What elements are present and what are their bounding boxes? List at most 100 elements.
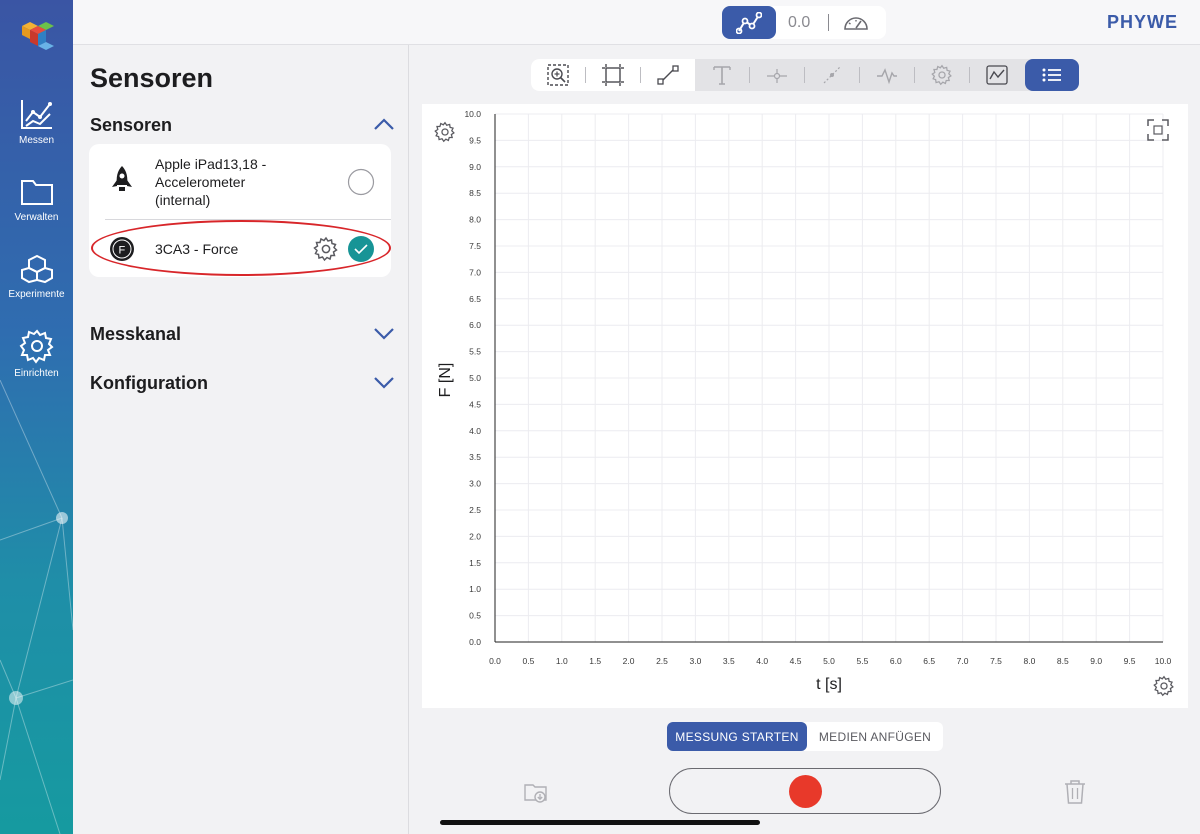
annotation-highlight-ellipse — [91, 220, 391, 276]
nav-label: Experimente — [8, 289, 65, 300]
x-tick-label: 6.5 — [923, 656, 935, 666]
text-tool-icon — [713, 66, 731, 85]
x-tick-label: 9.5 — [1124, 656, 1136, 666]
y-tick-label: 8.0 — [469, 215, 481, 225]
x-tick-label: 0.5 — [522, 656, 534, 666]
sensor-row-accelerometer[interactable]: Apple iPad13,18 - Accelerometer (interna… — [89, 144, 391, 219]
top-bar: 0.0 PHYWE — [73, 0, 1200, 45]
signal-wave-icon — [877, 68, 897, 85]
signal-analysis-button[interactable] — [860, 59, 914, 91]
y-tick-label: 8.5 — [469, 188, 481, 198]
section-config-header[interactable]: Konfiguration — [90, 373, 395, 394]
gear-icon — [931, 64, 952, 86]
y-tick-label: 4.0 — [469, 426, 481, 436]
section-title: Messkanal — [90, 324, 182, 344]
chevron-down-icon — [374, 328, 394, 340]
nav-label: Messen — [18, 135, 54, 146]
nav-label: Einrichten — [14, 368, 59, 379]
x-tick-label: 1.0 — [556, 656, 568, 666]
x-tick-label: 10.0 — [1155, 656, 1172, 666]
y-tick-label: 7.5 — [469, 241, 481, 251]
panel-title: Sensoren — [90, 63, 214, 93]
y-tick-label: 3.0 — [469, 479, 481, 489]
y-tick-label: 1.5 — [469, 558, 481, 568]
fit-view-button[interactable] — [586, 59, 640, 91]
fit-view-icon — [602, 64, 624, 86]
sensor-label-line: (internal) — [155, 192, 211, 208]
sensor-label-line: Apple iPad13,18 - — [155, 156, 267, 172]
x-tick-label: 0.0 — [489, 656, 501, 666]
y-tick-label: 6.0 — [469, 320, 481, 330]
line-tool-button[interactable] — [641, 59, 695, 91]
numeric-mode-button[interactable]: 0.0 — [788, 14, 810, 32]
x-tick-label: 2.5 — [656, 656, 668, 666]
chart-grid — [494, 113, 1164, 643]
x-tick-label: 5.0 — [823, 656, 835, 666]
line-tool-icon — [657, 65, 679, 85]
x-tick-label: 4.0 — [756, 656, 768, 666]
x-tick-label: 8.5 — [1057, 656, 1069, 666]
y-tick-label: 9.5 — [469, 135, 481, 145]
brand-logo: PHYWE — [1106, 12, 1178, 32]
app-logo-icon — [22, 22, 54, 50]
nav-item-verwalten[interactable]: Verwalten — [0, 176, 73, 223]
save-to-folder-icon[interactable] — [522, 778, 550, 806]
section-sensors-header[interactable]: Sensoren — [90, 115, 395, 136]
sensor-label: Apple iPad13,18 - Accelerometer (interna… — [155, 155, 266, 209]
y-tick-label: 2.0 — [469, 531, 481, 541]
record-button[interactable] — [669, 768, 941, 814]
trash-icon[interactable] — [1062, 778, 1088, 806]
decorative-network-graphic — [0, 380, 73, 834]
x-tick-label: 3.5 — [723, 656, 735, 666]
graph-mode-button[interactable] — [722, 6, 776, 39]
x-tick-label: 5.5 — [856, 656, 868, 666]
nav-item-einrichten[interactable]: Einrichten — [0, 328, 73, 379]
y-tick-label: 4.5 — [469, 399, 481, 409]
sensor-panel: Sensoren Sensoren Apple iPad13,18 - Acce… — [73, 45, 409, 834]
list-icon — [1042, 68, 1061, 82]
measure-line-button[interactable] — [750, 59, 804, 91]
y-tick-label: 9.0 — [469, 162, 481, 172]
experiments-cubes-icon — [20, 254, 53, 284]
y-tick-label: 1.0 — [469, 584, 481, 594]
x-tick-label: 1.5 — [589, 656, 601, 666]
y-tick-label: 5.5 — [469, 347, 481, 357]
attach-media-button[interactable]: MEDIEN ANFÜGEN — [807, 722, 943, 751]
x-axis-settings-gear-icon[interactable] — [1153, 675, 1175, 697]
nav-item-messen[interactable]: Messen — [0, 97, 73, 146]
measurement-action-group: MESSUNG STARTEN MEDIEN ANFÜGEN — [667, 722, 943, 751]
x-tick-label: 4.5 — [790, 656, 802, 666]
y-axis-settings-gear-icon[interactable] — [434, 121, 456, 143]
nav-item-experimente[interactable]: Experimente — [0, 253, 73, 300]
x-tick-label: 9.0 — [1090, 656, 1102, 666]
home-indicator — [440, 820, 760, 825]
zoom-region-icon — [547, 64, 569, 86]
x-tick-label: 7.5 — [990, 656, 1002, 666]
force-time-chart[interactable]: 0.0 0.5 1.0 1.5 2.0 2.5 3.0 3.5 4.0 4.5 5.0 5.5 6.0 6… — [422, 104, 1188, 708]
curve-fit-icon — [986, 65, 1008, 85]
curve-fit-button[interactable] — [970, 59, 1024, 91]
measure-line-icon — [767, 69, 787, 83]
chevron-up-icon — [374, 118, 394, 130]
x-tick-label: 7.0 — [957, 656, 969, 666]
text-tool-button[interactable] — [695, 59, 749, 91]
y-tick-label: 0.5 — [469, 611, 481, 621]
section-title: Konfiguration — [90, 373, 208, 393]
zoom-region-button[interactable] — [531, 59, 585, 91]
toolbar-settings-button[interactable] — [915, 59, 969, 91]
folder-icon — [20, 180, 53, 205]
start-measurement-button[interactable]: MESSUNG STARTEN — [667, 722, 807, 751]
list-view-button[interactable] — [1025, 59, 1079, 91]
section-channel-header[interactable]: Messkanal — [90, 324, 395, 345]
record-dot-icon — [789, 775, 822, 808]
sensor-label-line: Accelerometer — [155, 174, 246, 190]
y-tick-label: 3.5 — [469, 452, 481, 462]
rocket-sensor-icon — [112, 166, 132, 191]
unselected-radio-icon[interactable] — [347, 168, 375, 196]
section-title: Sensoren — [90, 115, 173, 135]
view-mode-switch: 0.0 — [722, 6, 886, 39]
chart-card: 0.0 0.5 1.0 1.5 2.0 2.5 3.0 3.5 4.0 4.5 5.0 5.5 6.0 6… — [422, 104, 1188, 708]
gauge-mode-icon[interactable] — [842, 11, 870, 33]
tangent-tool-button[interactable] — [805, 59, 859, 91]
fullscreen-icon[interactable] — [1146, 118, 1170, 142]
